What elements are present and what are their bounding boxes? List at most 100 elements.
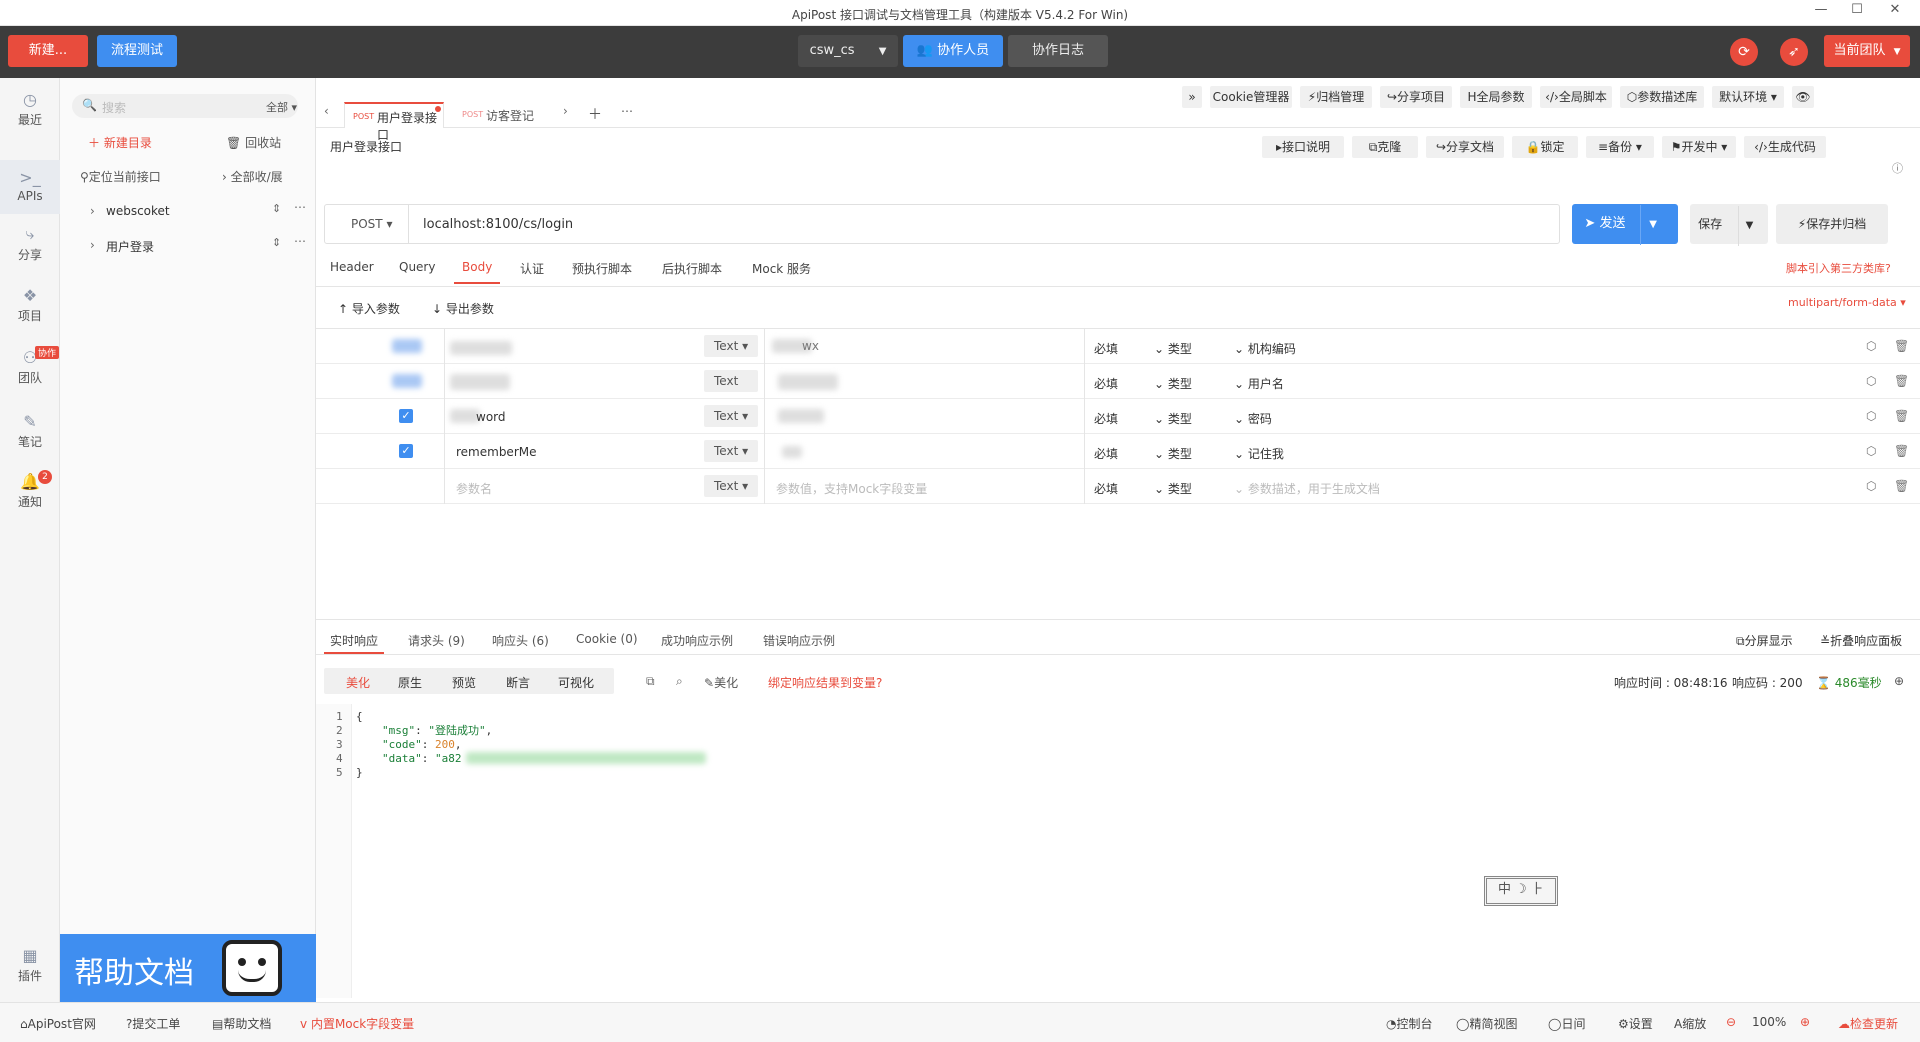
settings-circle-icon[interactable]: ⊕ — [1894, 674, 1904, 688]
cube-icon[interactable]: ⬡ — [1866, 444, 1876, 458]
nav-share[interactable]: ⤷ 分享 — [0, 224, 60, 263]
trash-icon[interactable]: 🗑 — [1894, 374, 1909, 388]
backup-button[interactable]: ≡备份 ▾ — [1586, 136, 1654, 158]
copy-icon[interactable]: ⧉ — [646, 674, 655, 689]
sort-icon[interactable]: ⇕ — [272, 202, 281, 215]
content-type-select[interactable]: multipart/form-data ▾ — [1788, 296, 1906, 309]
nav-recent[interactable]: ◷ 最近 — [0, 90, 60, 128]
param-desc[interactable]: ⌄ 机构编码 — [1234, 340, 1296, 357]
save-button[interactable]: 保存 ▼ — [1690, 204, 1768, 246]
dev-status-button[interactable]: ⚑开发中 ▾ — [1662, 136, 1736, 158]
param-required[interactable]: 必填 — [1094, 375, 1118, 392]
req-tab-header[interactable]: Header — [330, 260, 374, 274]
param-name[interactable]: rememberMe — [456, 445, 536, 459]
param-value[interactable]: wx — [802, 339, 819, 353]
help-docs-banner[interactable]: 帮助文档 — [60, 934, 316, 1002]
view-mode-assert[interactable]: 断言 — [506, 674, 530, 691]
url-input[interactable]: localhost:8100/cs/login — [423, 217, 573, 232]
zoom-in-icon[interactable]: ⊕ — [1800, 1015, 1810, 1029]
param-desc[interactable]: ⌄ 用户名 — [1234, 375, 1284, 392]
param-required[interactable]: 必填 — [1094, 445, 1118, 462]
current-team-button[interactable]: 当前团队 ▼ — [1824, 35, 1910, 67]
expand-toolbar-button[interactable]: » — [1182, 86, 1202, 108]
req-tab-auth[interactable]: 认证 — [520, 260, 544, 277]
search-icon[interactable]: ⌕ — [676, 674, 683, 689]
compact-view-toggle[interactable]: ◯精简视图 — [1456, 1015, 1517, 1032]
method-select[interactable]: POST ▾ — [325, 205, 409, 243]
param-required[interactable]: 必填 — [1094, 340, 1118, 357]
param-checkbox[interactable]: ✓ — [399, 444, 413, 458]
eye-icon[interactable]: 👁 — [1792, 86, 1814, 108]
zoom-out-icon[interactable]: ⊖ — [1726, 1015, 1736, 1029]
project-select[interactable]: csw_cs ▼ — [798, 35, 898, 67]
cube-icon[interactable]: ⬡ — [1866, 339, 1876, 353]
daylight-toggle[interactable]: ◯日间 — [1548, 1015, 1585, 1032]
resp-tab-req-headers[interactable]: 请求头 (9) — [408, 632, 465, 649]
trash-icon[interactable]: 🗑 — [1894, 444, 1909, 458]
more-icon[interactable]: ⋯ — [294, 234, 306, 248]
share-project-button[interactable]: ↪分享项目 — [1380, 86, 1452, 108]
import-params-button[interactable]: ↑ 导入参数 — [338, 300, 400, 317]
mock-link[interactable]: v 内置Mock字段变量 — [300, 1015, 414, 1032]
save-dropdown[interactable]: ▼ — [1737, 206, 1760, 246]
minimize-button[interactable]: — — [1806, 2, 1836, 22]
env-select[interactable]: 默认环境 ▾ — [1712, 86, 1784, 108]
global-script-button[interactable]: ‹/›全局脚本 — [1540, 86, 1612, 108]
tab-visitor[interactable]: POST 访客登记 — [452, 102, 552, 128]
param-required[interactable]: 必填 — [1094, 480, 1118, 497]
resp-tab-cookie[interactable]: Cookie (0) — [576, 632, 638, 646]
param-vtype[interactable]: ⌄ 类型 — [1154, 480, 1192, 497]
new-dir-button[interactable]: ＋ 新建目录 — [88, 134, 152, 151]
trash-icon[interactable]: 🗑 — [1894, 339, 1909, 353]
param-desc-input[interactable]: ⌄ 参数描述，用于生成文档 — [1234, 480, 1380, 497]
sort-icon[interactable]: ⇕ — [272, 236, 281, 249]
view-mode-pretty[interactable]: 美化 — [346, 674, 370, 691]
param-type-select[interactable]: Text ▾ — [704, 440, 758, 462]
param-value-redacted[interactable] — [778, 374, 838, 390]
param-name-input[interactable]: 参数名 — [456, 480, 492, 497]
archive-button[interactable]: ⚡归档管理 — [1300, 86, 1372, 108]
api-desc-button[interactable]: ▸接口说明 — [1262, 136, 1344, 158]
param-vtype[interactable]: ⌄ 类型 — [1154, 340, 1192, 357]
collapse-panel-button[interactable]: ≚折叠响应面板 — [1820, 632, 1902, 649]
req-tab-mock[interactable]: Mock 服务 — [752, 260, 811, 277]
redacted-checkbox[interactable] — [392, 374, 422, 388]
locate-current-button[interactable]: ⚲定位当前接口 — [80, 168, 161, 185]
cookie-manager-button[interactable]: Cookie管理器 — [1210, 86, 1292, 108]
redacted-checkbox[interactable] — [392, 339, 422, 353]
req-tab-post-script[interactable]: 后执行脚本 — [662, 260, 722, 277]
ticket-link[interactable]: ?提交工单 — [126, 1015, 180, 1032]
tab-prev-icon[interactable]: ‹ — [324, 104, 329, 118]
nav-apis[interactable]: >_ APIs — [0, 160, 60, 214]
ime-indicator[interactable]: 中 ☽ ⺊ — [1484, 876, 1558, 906]
save-archive-button[interactable]: ⚡保存并归档 — [1776, 204, 1888, 244]
param-lib-button[interactable]: ⬡参数描述库 — [1620, 86, 1704, 108]
collaborators-button[interactable]: 👥 协作人员 — [903, 35, 1003, 67]
rocket-icon[interactable]: ➶ — [1780, 38, 1808, 66]
param-value-redacted[interactable] — [782, 446, 802, 458]
resp-tab-resp-headers[interactable]: 响应头 (6) — [492, 632, 549, 649]
beautify-button[interactable]: ✎美化 — [704, 674, 738, 691]
add-tab-icon[interactable]: ＋ — [588, 104, 602, 124]
close-button[interactable]: ✕ — [1880, 2, 1910, 22]
param-checkbox[interactable]: ✓ — [399, 409, 413, 423]
tree-filter-select[interactable]: 全部 ▾ — [266, 99, 297, 115]
resp-tab-error-example[interactable]: 错误响应示例 — [763, 632, 835, 649]
global-params-button[interactable]: H全局参数 — [1460, 86, 1532, 108]
tree-search[interactable]: 🔍 搜索 全部 ▾ — [72, 94, 298, 118]
param-name-redacted[interactable] — [450, 374, 510, 390]
param-type-select[interactable]: Text ▾ — [704, 475, 758, 497]
tab-user-login[interactable]: POST 用户登录接口 — [344, 102, 444, 142]
cube-icon[interactable]: ⬡ — [1866, 479, 1876, 493]
nav-project[interactable]: ❖ 项目 — [0, 286, 60, 324]
settings-button[interactable]: ⚙设置 — [1618, 1015, 1653, 1032]
param-vtype[interactable]: ⌄ 类型 — [1154, 375, 1192, 392]
view-mode-preview[interactable]: 预览 — [452, 674, 476, 691]
new-button[interactable]: 新建... — [8, 35, 88, 67]
req-tab-pre-script[interactable]: 预执行脚本 — [572, 260, 632, 277]
view-mode-raw[interactable]: 原生 — [398, 674, 422, 691]
export-params-button[interactable]: ↓ 导出参数 — [432, 300, 494, 317]
maximize-button[interactable]: ☐ — [1842, 2, 1872, 22]
nav-plugins[interactable]: ▦ 插件 — [0, 946, 60, 984]
param-desc[interactable]: ⌄ 密码 — [1234, 410, 1272, 427]
